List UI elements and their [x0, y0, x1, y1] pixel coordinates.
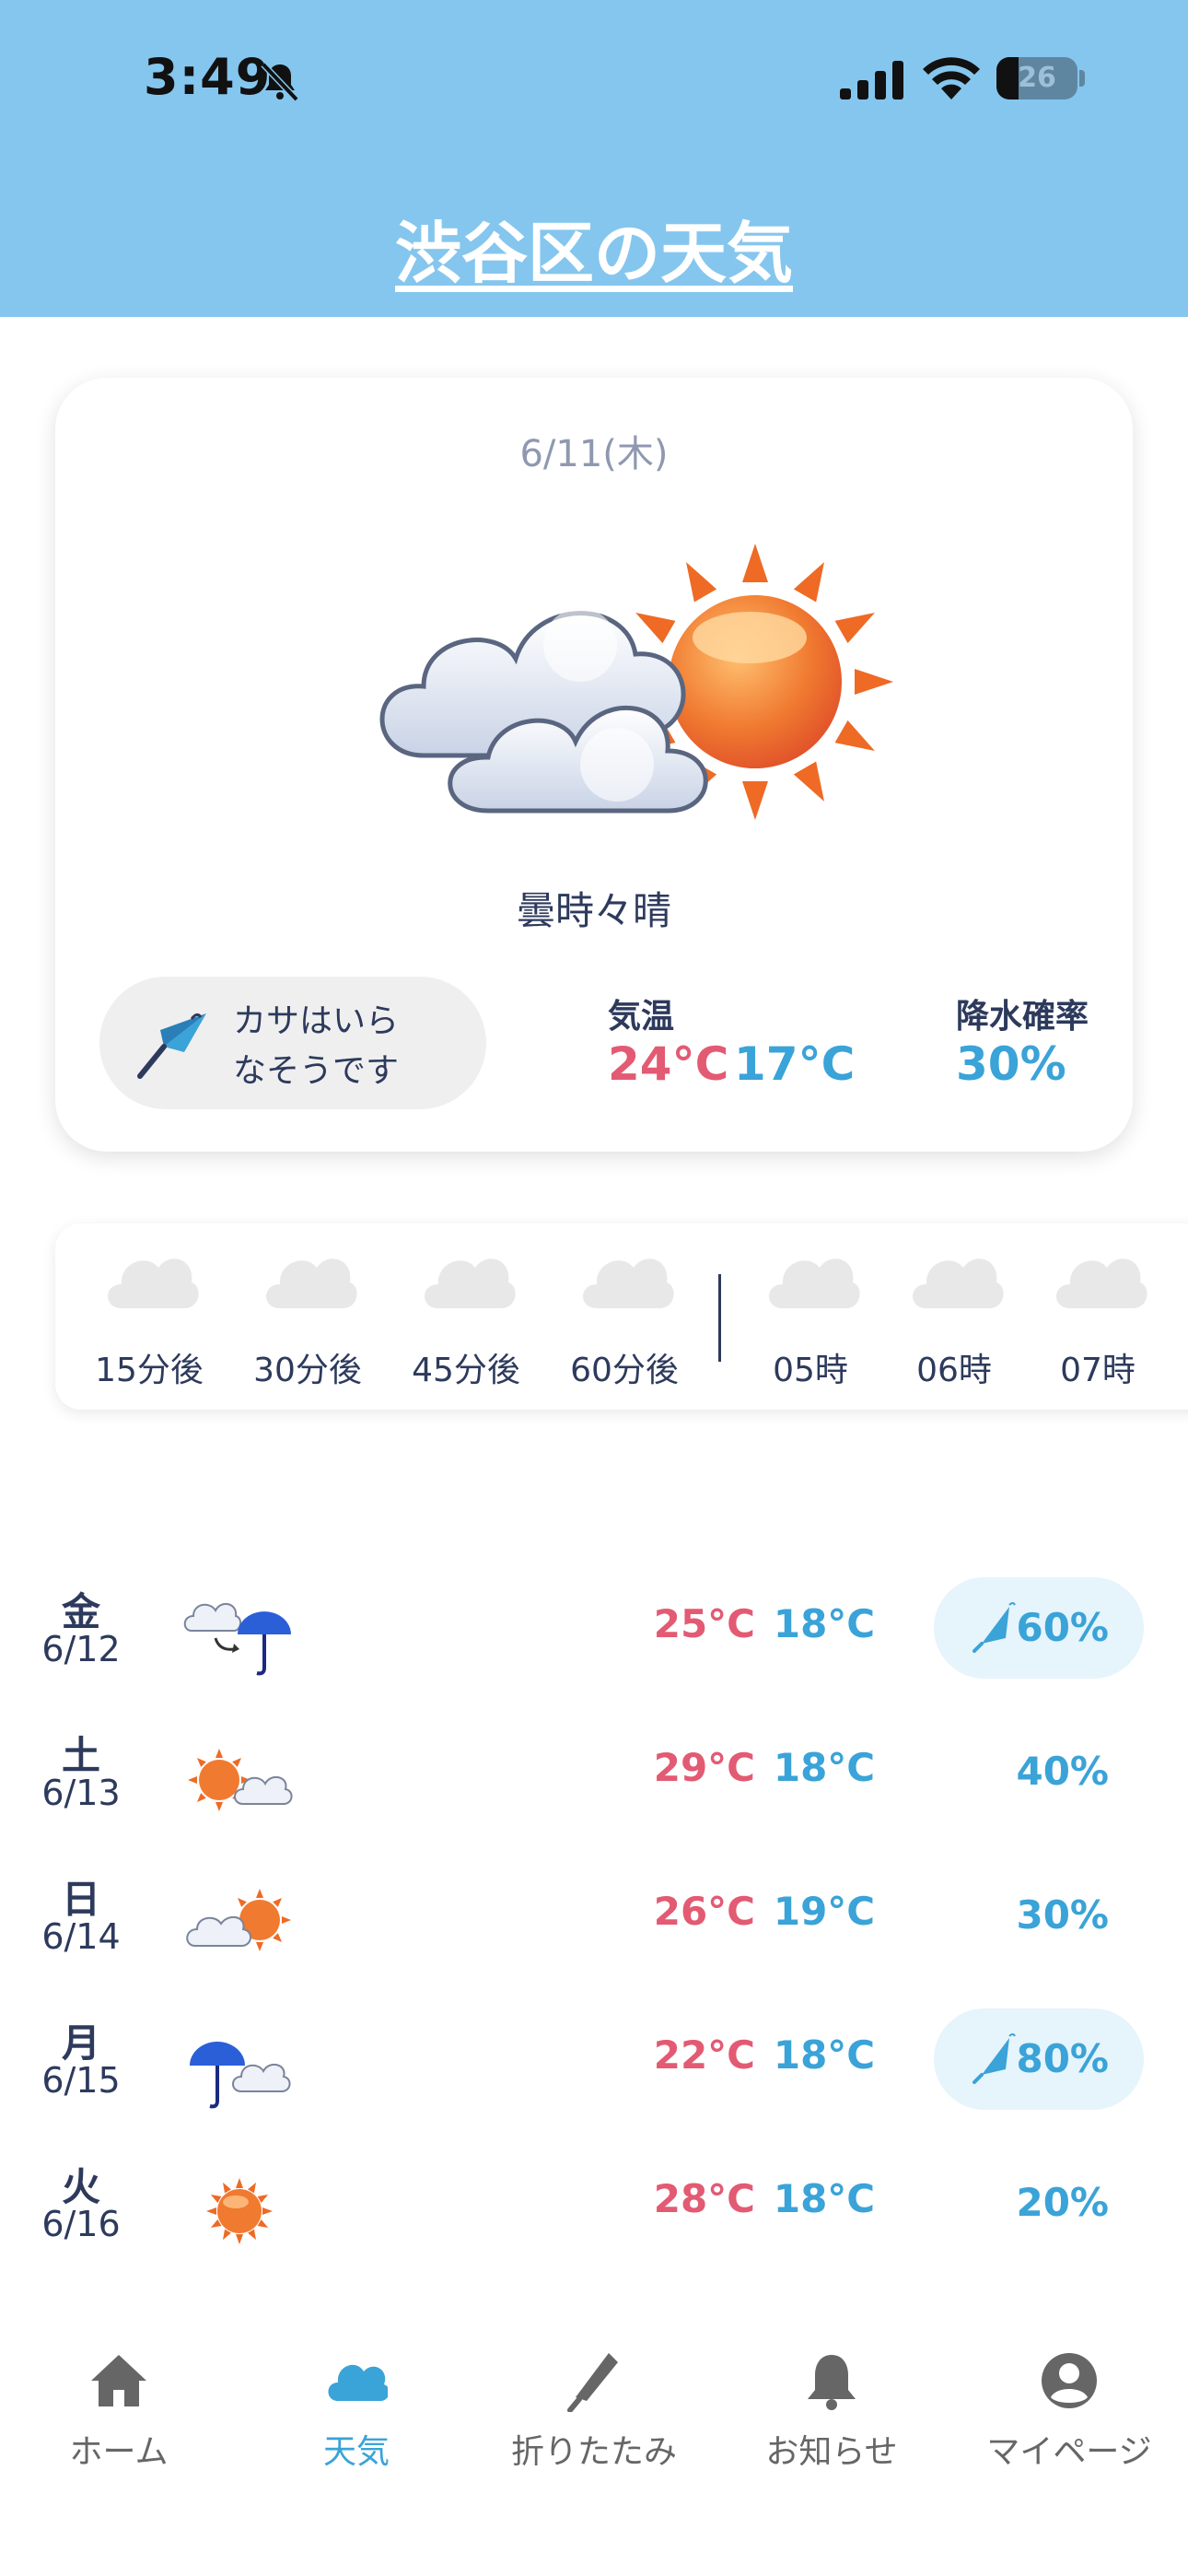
- day-date: 6/12: [41, 1629, 121, 1669]
- folded-umbrella-icon: [567, 2353, 618, 2412]
- day-high-temp: 28°C: [653, 2176, 755, 2221]
- tab-label: マイページ: [986, 2433, 1152, 2471]
- day-rain-probability: 30%: [1016, 1892, 1109, 1938]
- forecast-strip-label: 05時: [773, 1352, 848, 1389]
- today-low-temp: 17°C: [734, 1037, 856, 1091]
- page-title: 渋谷区の天気: [394, 215, 793, 292]
- tab-label: お知らせ: [765, 2433, 898, 2471]
- rain-probability-pill: 30%: [934, 1865, 1144, 1966]
- day-low-temp: 19°C: [773, 1889, 876, 1934]
- day-rain-probability: 60%: [1016, 1605, 1109, 1650]
- forecast-strip-item: 06時: [880, 1224, 1028, 1410]
- forecast-strip-label: 15分後: [95, 1352, 204, 1389]
- forecast-strip-item: 07時: [1024, 1224, 1171, 1410]
- daily-row[interactable]: 土 6/13 29°C 18°C 40%: [0, 1717, 1188, 1861]
- forecast-strip-item: 05時: [737, 1224, 884, 1410]
- daily-row[interactable]: 金 6/12 25°C 18°C 60%: [0, 1574, 1188, 1717]
- forecast-strip-item: 30分後: [234, 1224, 381, 1410]
- cloud-icon: [769, 1259, 860, 1308]
- battery-level: 26: [1018, 62, 1056, 94]
- tab-label: 天気: [322, 2433, 390, 2471]
- day-date: 6/14: [41, 1916, 121, 1957]
- folded-umbrella-icon: [973, 1602, 1016, 1653]
- day-high-temp: 22°C: [653, 2032, 755, 2078]
- tab-notifications[interactable]: お知らせ: [713, 2322, 950, 2506]
- cloud-sun-icon: [186, 1889, 291, 1951]
- sun-icon: [206, 2178, 273, 2244]
- forecast-strip-label: 06時: [916, 1352, 992, 1389]
- umbrella-message-line1: カサはいら: [233, 1002, 400, 1040]
- forecast-strip[interactable]: 15分後 30分後 45分後 60分後 05時 06時 07時: [55, 1224, 1188, 1410]
- cloudy-sun-icon: [379, 544, 893, 820]
- day-date: 6/15: [41, 2060, 121, 2101]
- battery-icon: 26: [996, 57, 1077, 100]
- day-rain-probability: 20%: [1016, 2180, 1109, 2225]
- daily-row[interactable]: 火 6/16 28°C 18°C 20%: [0, 2149, 1188, 2292]
- cloud-icon: [1056, 1259, 1147, 1308]
- umbrella-message-line2: なそうです: [233, 1052, 400, 1090]
- today-card: 6/11(木) 曇時々晴 カサはいら なそうです 気温 24°C 17°C 降水…: [55, 378, 1133, 1152]
- forecast-strip-label: 45分後: [412, 1352, 520, 1389]
- cellular-signal-icon: [840, 61, 903, 100]
- forecast-strip-label: 30分後: [253, 1352, 362, 1389]
- daily-row[interactable]: 月 6/15 22°C 18°C 80%: [0, 2005, 1188, 2149]
- tab-weather[interactable]: 天気: [238, 2322, 475, 2506]
- day-high-temp: 29°C: [653, 1745, 755, 1790]
- bell-icon: [808, 2355, 856, 2410]
- tab-label: ホーム: [69, 2433, 169, 2471]
- forecast-strip-label: 60分後: [570, 1352, 679, 1389]
- day-date: 6/16: [41, 2204, 121, 2244]
- day-low-temp: 18°C: [773, 2032, 876, 2078]
- cloud-then-rain-icon: [183, 1602, 291, 1676]
- day-low-temp: 18°C: [773, 1601, 876, 1646]
- cloud-icon: [913, 1259, 1004, 1308]
- daily-row[interactable]: 日 6/14 26°C 19°C 30%: [0, 1861, 1188, 2005]
- day-low-temp: 18°C: [773, 1745, 876, 1790]
- rain-probability-label: 降水確率: [956, 998, 1089, 1036]
- tab-home[interactable]: ホーム: [0, 2322, 238, 2506]
- tab-bar: ホーム 天気 折りたたみ お知らせ マイページ: [0, 2322, 1188, 2576]
- cloud-icon: [266, 1259, 357, 1308]
- day-rain-probability: 40%: [1016, 1749, 1109, 1794]
- forecast-strip-label: 07時: [1060, 1352, 1136, 1389]
- bell-off-icon: [261, 62, 299, 102]
- cloud-icon: [328, 2364, 388, 2401]
- today-high-temp: 24°C: [608, 1037, 729, 1091]
- strip-divider: [718, 1274, 721, 1362]
- rain-probability-pill: 80%: [934, 2008, 1144, 2110]
- tab-folding-umbrella[interactable]: 折りたたみ: [475, 2322, 713, 2506]
- day-date: 6/13: [41, 1773, 121, 1813]
- cloud-icon: [583, 1259, 674, 1308]
- umbrella-advice: カサはいら なそうです: [99, 977, 486, 1109]
- battery-tip: [1079, 70, 1085, 87]
- sun-cloud-icon: [188, 1749, 293, 1811]
- folded-umbrella-icon: [973, 2033, 1016, 2084]
- header: 3:49 26 渋谷区の天気: [0, 0, 1188, 317]
- cloud-icon: [425, 1259, 516, 1308]
- day-high-temp: 26°C: [653, 1889, 755, 1934]
- tab-my-page[interactable]: マイページ: [950, 2322, 1188, 2506]
- tab-label: 折りたたみ: [510, 2433, 677, 2471]
- rain-probability-pill: 60%: [934, 1577, 1144, 1679]
- today-condition: 曇時々晴: [516, 888, 671, 933]
- forecast-strip-item: 60分後: [551, 1224, 698, 1410]
- user-circle-icon: [1042, 2353, 1097, 2408]
- rain-probability-pill: 40%: [934, 1721, 1144, 1822]
- status-time: 3:49: [144, 48, 272, 106]
- rain-probability-value: 30%: [956, 1037, 1066, 1091]
- folded-umbrella-icon: [137, 1013, 206, 1079]
- forecast-strip-item: 15分後: [76, 1224, 223, 1410]
- day-rain-probability: 80%: [1016, 2036, 1109, 2081]
- temp-label: 気温: [608, 998, 675, 1036]
- wifi-icon: [923, 57, 980, 100]
- day-high-temp: 25°C: [653, 1601, 755, 1646]
- home-icon: [91, 2355, 146, 2406]
- rain-probability-pill: 20%: [934, 2152, 1144, 2254]
- cloud-icon: [108, 1259, 199, 1308]
- forecast-strip-item: 45分後: [392, 1224, 540, 1410]
- today-date: 6/11(木): [519, 433, 669, 475]
- day-low-temp: 18°C: [773, 2176, 876, 2221]
- rain-cloud-icon: [190, 2042, 291, 2109]
